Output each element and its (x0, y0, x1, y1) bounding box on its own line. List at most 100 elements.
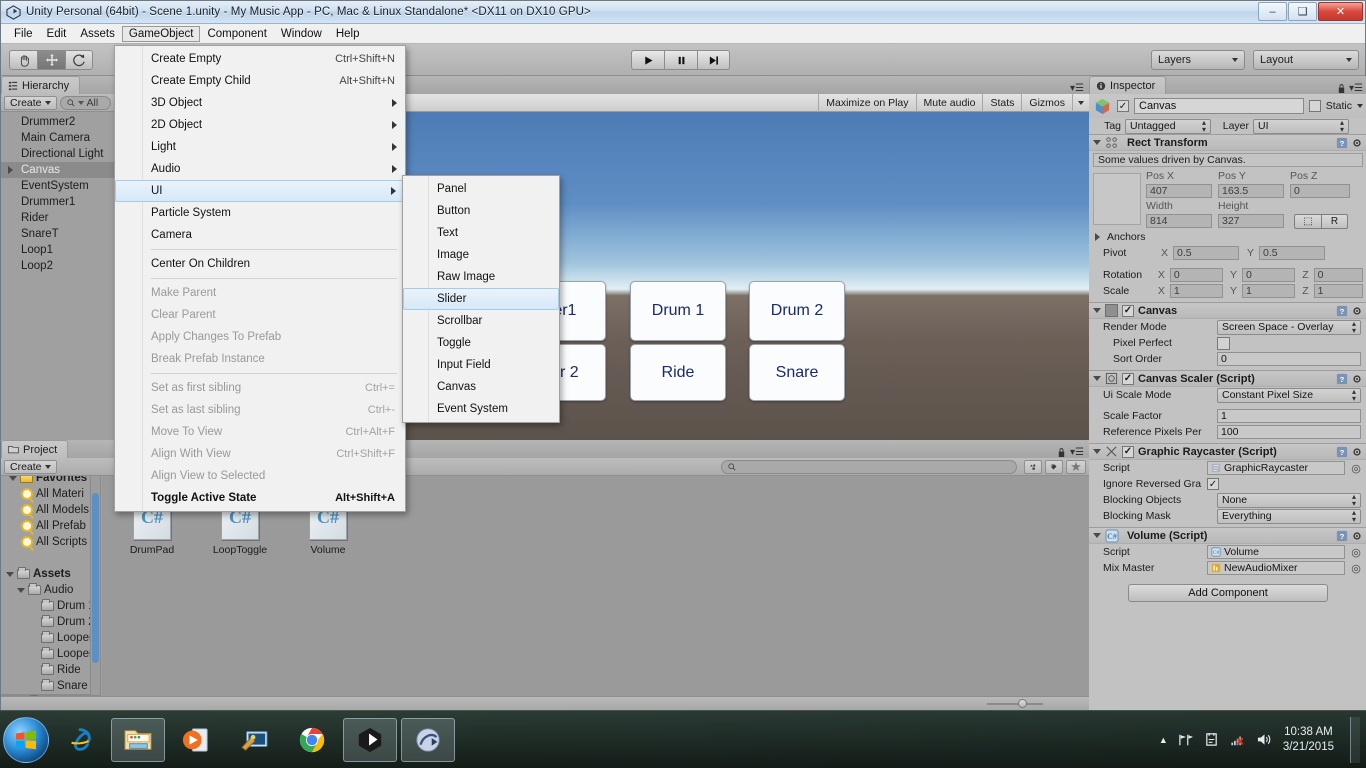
rot-y-field[interactable]: 0 (1242, 268, 1296, 282)
canvas-enabled-checkbox[interactable]: ✓ (1122, 304, 1134, 317)
gameobject-active-checkbox[interactable]: ✓ (1117, 100, 1129, 112)
filter-by-type-button[interactable] (1024, 459, 1042, 474)
sort-order-field[interactable]: 0 (1217, 352, 1361, 366)
menu-item-audio[interactable]: Audio (115, 158, 405, 180)
blocking-objects-dropdown[interactable]: None ▴ ▾ (1217, 492, 1361, 508)
project-tree-all-scripts[interactable]: All Scripts (1, 534, 101, 550)
menu-item-event-system[interactable]: Event System (403, 398, 559, 420)
taskbar-clock[interactable]: 10:38 AM 3/21/2015 (1283, 725, 1334, 755)
canvas-scaler-enabled-checkbox[interactable]: ✓ (1122, 372, 1134, 385)
collapse-triangle-icon[interactable] (1093, 376, 1101, 381)
collapse-triangle-icon[interactable] (1093, 449, 1101, 454)
mix-master-field[interactable]: NewAudioMixer (1207, 561, 1345, 575)
gameobject-name-input[interactable]: Canvas (1134, 98, 1304, 114)
menu-item-2d-object[interactable]: 2D Object (115, 114, 405, 136)
show-hidden-icons-button[interactable]: ▲ (1159, 735, 1168, 745)
game-button-drum2[interactable]: Drum 2 (749, 281, 845, 341)
project-tree-scrollbar[interactable] (90, 476, 101, 696)
pixel-perfect-checkbox[interactable] (1217, 336, 1230, 350)
scale-z-field[interactable]: 1 (1313, 284, 1364, 298)
minimize-button[interactable]: – (1258, 2, 1287, 21)
menu-item-camera[interactable]: Camera (115, 224, 405, 246)
project-tree-assets[interactable]: Assets (1, 566, 101, 582)
tag-dropdown[interactable]: Untagged ▴ ▾ (1125, 118, 1211, 134)
play-button[interactable] (631, 50, 664, 70)
expand-triangle-icon[interactable] (8, 166, 13, 174)
filter-by-label-button[interactable] (1045, 459, 1063, 474)
stats-toggle[interactable]: Stats (982, 93, 1021, 112)
gear-icon[interactable] (1351, 305, 1363, 317)
menu-item-3d-object[interactable]: 3D Object (115, 92, 405, 114)
ignore-reversed-checkbox[interactable]: ✓ (1207, 478, 1219, 490)
close-button[interactable]: ✕ (1318, 2, 1363, 21)
hierarchy-item-drummer2[interactable]: Drummer2 (1, 114, 114, 130)
pivot-y-field[interactable]: 0.5 (1259, 246, 1326, 260)
action-center-icon[interactable] (1204, 732, 1219, 747)
blueprint-mode-button[interactable]: ⬚ (1294, 213, 1322, 229)
project-tree-looper-b[interactable]: Looper (1, 646, 101, 662)
hierarchy-item-directional-light[interactable]: Directional Light (1, 146, 114, 162)
hierarchy-item-snaret[interactable]: SnareT (1, 226, 114, 242)
pause-button[interactable] (664, 50, 697, 70)
menu-help[interactable]: Help (329, 26, 367, 42)
hand-tool-button[interactable] (9, 50, 37, 70)
component-header-canvas[interactable]: ✓ Canvas ? (1089, 302, 1366, 319)
reference-pixels-field[interactable]: 100 (1217, 425, 1361, 439)
component-header-graphic-raycaster[interactable]: ✓ Graphic Raycaster (Script) ? (1089, 443, 1366, 460)
gear-icon[interactable] (1351, 137, 1363, 149)
project-tree-drum1[interactable]: Drum 1 (1, 598, 101, 614)
tab-project[interactable]: Project (1, 440, 69, 458)
game-button-drum1[interactable]: Drum 1 (630, 281, 726, 341)
object-picker-icon[interactable]: ◎ (1349, 562, 1363, 575)
pos-z-field[interactable]: 0 (1290, 184, 1350, 198)
help-icon[interactable]: ? (1336, 373, 1348, 385)
gizmos-dropdown[interactable] (1072, 93, 1089, 112)
project-tree-audio[interactable]: Audio (1, 582, 101, 598)
menu-item-toggle[interactable]: Toggle (403, 332, 559, 354)
menu-item-particle-system[interactable]: Particle System (115, 202, 405, 224)
expand-triangle-icon[interactable] (1095, 233, 1100, 241)
layer-dropdown[interactable]: UI ▴ ▾ (1253, 118, 1349, 134)
object-picker-icon[interactable]: ◎ (1349, 462, 1363, 475)
help-icon[interactable]: ? (1336, 446, 1348, 458)
project-tab-options[interactable]: ▾☰ (1057, 447, 1089, 458)
project-tree-snare[interactable]: Snare (1, 678, 101, 694)
taskbar-internet-explorer[interactable] (53, 718, 107, 762)
hierarchy-item-loop2[interactable]: Loop2 (1, 258, 114, 274)
menu-item-center-on-children[interactable]: Center On Children (115, 253, 405, 275)
layers-dropdown[interactable]: Layers (1151, 50, 1245, 70)
project-tree-ride[interactable]: Ride (1, 662, 101, 678)
menu-item-text[interactable]: Text (403, 222, 559, 244)
taskbar-paint[interactable] (227, 718, 281, 762)
hierarchy-item-loop1[interactable]: Loop1 (1, 242, 114, 258)
help-icon[interactable]: ? (1336, 137, 1348, 149)
ui-scale-mode-dropdown[interactable]: Constant Pixel Size ▴ ▾ (1217, 387, 1361, 403)
hierarchy-item-rider[interactable]: Rider (1, 210, 114, 226)
start-button[interactable] (3, 716, 49, 763)
tab-inspector[interactable]: Inspector (1089, 76, 1167, 94)
menu-assets[interactable]: Assets (73, 26, 122, 42)
menu-item-button[interactable]: Button (403, 200, 559, 222)
hierarchy-item-canvas[interactable]: Canvas (1, 162, 114, 178)
taskbar-windows-explorer[interactable] (111, 717, 165, 762)
favorites-button[interactable]: ★ (1066, 459, 1086, 474)
object-picker-icon[interactable]: ◎ (1349, 546, 1363, 559)
collapse-triangle-icon[interactable] (1093, 140, 1101, 145)
help-icon[interactable]: ? (1336, 305, 1348, 317)
help-icon[interactable]: ? (1336, 530, 1348, 542)
menu-item-slider[interactable]: Slider (403, 288, 559, 310)
tab-hierarchy[interactable]: Hierarchy (1, 76, 81, 94)
hierarchy-item-main-camera[interactable]: Main Camera (1, 130, 114, 146)
menu-item-panel[interactable]: Panel (403, 178, 559, 200)
scale-factor-field[interactable]: 1 (1217, 409, 1361, 423)
project-tree-all-models[interactable]: All Models (1, 502, 101, 518)
inspector-tab-options[interactable]: ▾☰ (1337, 83, 1366, 94)
signal-muted-icon[interactable] (1229, 733, 1246, 747)
show-desktop-button[interactable] (1350, 716, 1360, 763)
hierarchy-item-drummer1[interactable]: Drummer1 (1, 194, 114, 210)
volume-icon[interactable] (1256, 732, 1273, 747)
menu-item-image[interactable]: Image (403, 244, 559, 266)
pivot-x-field[interactable]: 0.5 (1173, 246, 1240, 260)
menu-item-canvas[interactable]: Canvas (403, 376, 559, 398)
collapse-triangle-icon[interactable] (1093, 533, 1101, 538)
